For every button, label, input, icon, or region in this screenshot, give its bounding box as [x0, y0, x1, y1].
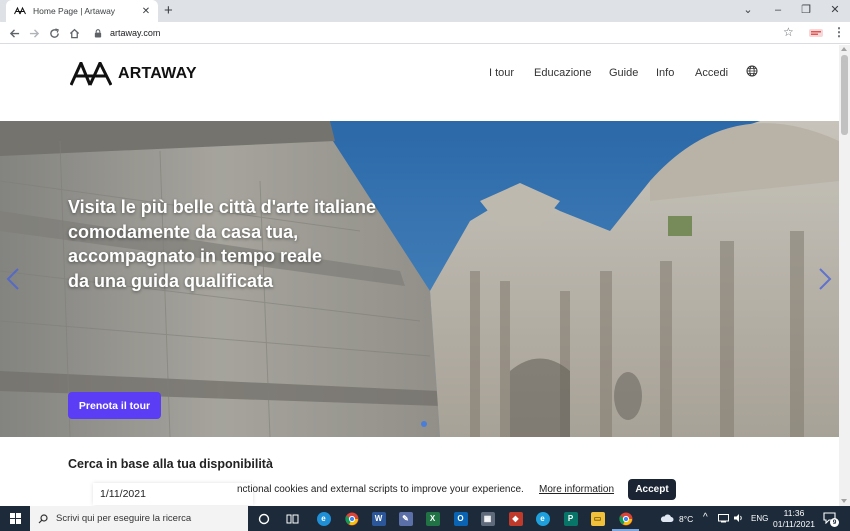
- maximize-icon[interactable]: ❐: [794, 2, 818, 18]
- nav-educazione[interactable]: Educazione: [534, 67, 592, 79]
- scroll-thumb[interactable]: [841, 55, 848, 135]
- tab-title: Home Page | Artaway: [33, 6, 116, 16]
- close-window-icon[interactable]: ✕: [823, 2, 847, 18]
- task-view-icon[interactable]: [283, 509, 302, 528]
- bookmark-star-icon[interactable]: ☆: [783, 25, 794, 39]
- availability-title: Cerca in base alla tua disponibilità: [68, 457, 273, 471]
- back-icon[interactable]: [6, 25, 22, 41]
- hero-title-line: Visita le più belle città d'arte italian…: [68, 197, 377, 217]
- hero-carousel: Visita le più belle città d'arte italian…: [0, 121, 839, 437]
- chrome-icon[interactable]: [342, 509, 361, 528]
- outlook-icon[interactable]: O: [451, 509, 470, 528]
- language-indicator[interactable]: ENG: [751, 514, 768, 523]
- date-input[interactable]: [93, 483, 253, 505]
- tab-strip: Home Page | Artaway ✕ + ⌄ – ❐ ✕: [0, 0, 850, 22]
- cookie-accept-button[interactable]: Accept: [628, 479, 676, 500]
- artaway-logo[interactable]: ARTAWAY: [70, 62, 197, 86]
- extension-icon[interactable]: [808, 27, 824, 39]
- tray-chevron-up-icon[interactable]: ^: [703, 512, 708, 523]
- new-tab-icon[interactable]: +: [164, 2, 173, 20]
- media-app-icon[interactable]: ◆: [506, 509, 525, 528]
- weather-temperature[interactable]: 8°C: [679, 514, 693, 524]
- minimize-icon[interactable]: –: [766, 2, 790, 18]
- close-tab-icon[interactable]: ✕: [140, 6, 152, 17]
- notification-center-icon[interactable]: 9: [822, 510, 839, 527]
- taskbar-search-placeholder: Scrivi qui per eseguire la ricerca: [56, 513, 192, 524]
- reload-icon[interactable]: [46, 25, 62, 41]
- web-page: ARTAWAY I tour Educazione Guide Info Acc…: [0, 45, 839, 506]
- cortana-icon[interactable]: [254, 509, 273, 528]
- cookie-banner-text: nctional cookies and external scripts to…: [237, 484, 524, 495]
- nav-i-tour[interactable]: I tour: [489, 67, 514, 79]
- forward-icon[interactable]: [26, 25, 42, 41]
- notes-app-icon[interactable]: ✎: [396, 509, 415, 528]
- nav-info[interactable]: Info: [656, 67, 674, 79]
- book-tour-button[interactable]: Prenota il tour: [68, 392, 161, 419]
- chrome-active-icon[interactable]: [616, 509, 635, 528]
- language-globe-icon[interactable]: [746, 65, 758, 77]
- artaway-favicon-icon: [14, 6, 26, 15]
- lock-icon: [94, 28, 102, 38]
- carousel-dot[interactable]: [421, 421, 427, 427]
- artaway-logo-mark: [70, 62, 112, 86]
- nav-accedi[interactable]: Accedi: [695, 67, 728, 79]
- address-bar[interactable]: artaway.com: [88, 24, 800, 42]
- word-icon[interactable]: W: [369, 509, 388, 528]
- browser-tab[interactable]: Home Page | Artaway ✕: [6, 0, 158, 22]
- taskbar-search[interactable]: Scrivi qui per eseguire la ricerca: [30, 506, 248, 531]
- cookie-more-info-link[interactable]: More information: [539, 484, 614, 495]
- network-icon[interactable]: [718, 514, 729, 523]
- hero-title-line: accompagnato in tempo reale: [68, 246, 323, 266]
- browser-toolbar: artaway.com ☆ ⋮: [0, 22, 850, 44]
- home-icon[interactable]: [66, 25, 82, 41]
- clock-time: 11:36: [783, 508, 805, 518]
- volume-icon[interactable]: [733, 513, 744, 523]
- notification-count-badge: 9: [830, 518, 839, 527]
- brand-name: ARTAWAY: [118, 65, 197, 82]
- file-explorer-icon[interactable]: ▭: [588, 509, 607, 528]
- edge-icon[interactable]: e: [314, 509, 333, 528]
- url-text: artaway.com: [110, 28, 161, 38]
- page-scrollbar[interactable]: [839, 45, 850, 506]
- windows-start-icon[interactable]: [0, 506, 30, 531]
- clock-date: 01/11/2021: [773, 518, 815, 529]
- scroll-down-icon[interactable]: [841, 499, 847, 503]
- hero-title-line: comodamente da casa tua,: [68, 221, 299, 242]
- carousel-next-icon[interactable]: [818, 267, 832, 291]
- internet-explorer-icon[interactable]: e: [533, 509, 552, 528]
- carousel-prev-icon[interactable]: [6, 267, 20, 291]
- calculator-icon[interactable]: ▦: [478, 509, 497, 528]
- tab-search-icon[interactable]: ⌄: [736, 2, 760, 18]
- scroll-up-icon[interactable]: [841, 47, 847, 51]
- system-clock[interactable]: 11:36 01/11/2021: [772, 508, 816, 529]
- weather-cloud-icon[interactable]: [660, 513, 674, 523]
- nav-guide[interactable]: Guide: [609, 67, 638, 79]
- publisher-icon[interactable]: P: [561, 509, 580, 528]
- excel-icon[interactable]: X: [423, 509, 442, 528]
- search-icon: [38, 513, 48, 523]
- windows-taskbar: Scrivi qui per eseguire la ricerca e W ✎…: [0, 506, 850, 531]
- browser-menu-icon[interactable]: ⋮: [833, 25, 845, 39]
- hero-title: Visita le più belle città d'arte italian…: [68, 195, 448, 293]
- hero-title-line: da una guida qualificata: [68, 270, 274, 291]
